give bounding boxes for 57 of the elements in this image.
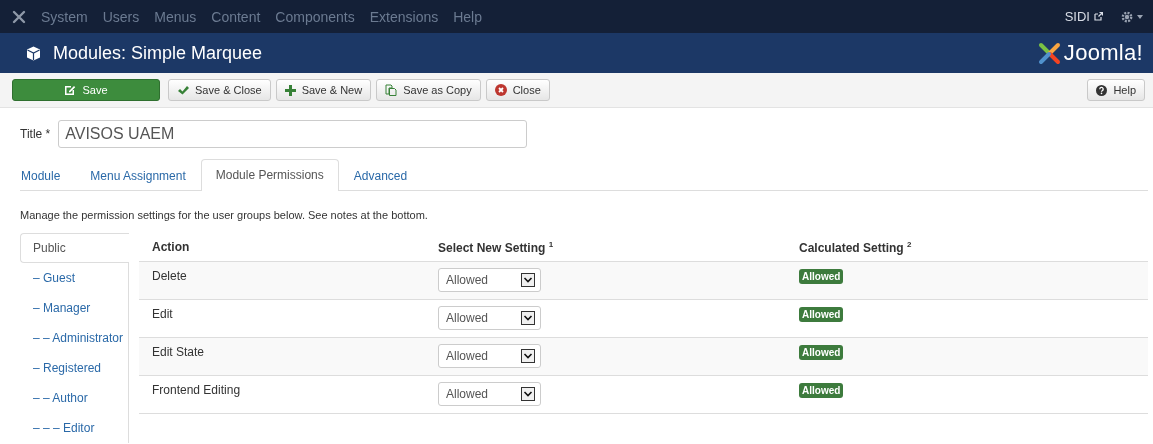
menu-item[interactable]: Content <box>211 8 261 25</box>
menu-item[interactable]: Users <box>102 8 140 25</box>
save-close-button[interactable]: Save & Close <box>168 79 271 101</box>
menu-item[interactable]: Help <box>453 8 482 25</box>
group-item[interactable]: – Guest <box>20 263 129 293</box>
action-cell: Edit State <box>139 337 425 376</box>
help-button[interactable]: Help <box>1087 79 1145 101</box>
title-field[interactable]: AVISOS UAEM <box>58 120 528 148</box>
tab[interactable]: Advanced <box>338 160 423 191</box>
settings-icon[interactable] <box>1121 10 1133 23</box>
copy-icon <box>385 84 398 96</box>
save-button[interactable]: Save <box>12 79 160 101</box>
menu-item[interactable]: Components <box>275 8 355 25</box>
tab[interactable]: Module <box>20 160 76 191</box>
group-item[interactable]: – – Author <box>20 383 129 413</box>
joomla-logo-icon[interactable] <box>12 9 26 24</box>
setting-dropdown[interactable]: Allowed <box>438 268 541 292</box>
group-item[interactable]: Public <box>20 233 129 263</box>
tab[interactable]: Menu Assignment <box>75 160 201 191</box>
status-badge: Allowed <box>799 383 844 398</box>
column-header: Action <box>139 233 425 262</box>
action-cell: Frontend Editing <box>139 375 425 414</box>
user-link[interactable]: SIDI <box>1064 9 1103 24</box>
edit-icon <box>64 84 77 96</box>
page-title: Modules: Simple Marquee <box>53 42 264 64</box>
status-badge: Allowed <box>799 307 844 322</box>
close-icon <box>494 84 507 96</box>
cube-icon <box>26 45 41 61</box>
external-link-icon <box>1094 12 1103 21</box>
status-badge: Allowed <box>799 269 844 284</box>
plus-icon <box>284 84 296 96</box>
check-icon <box>177 84 189 96</box>
save-copy-button[interactable]: Save as Copy <box>376 79 481 101</box>
status-badge: Allowed <box>799 345 844 360</box>
description-text: Manage the permission settings for the user groups below. See notes at the bottom. <box>20 209 429 221</box>
setting-dropdown[interactable]: Allowed <box>438 382 541 406</box>
title-label: Title * <box>20 127 51 141</box>
column-header: Select New Setting $^{1}$ <box>425 233 786 262</box>
close-button[interactable]: Close <box>485 79 550 101</box>
setting-dropdown[interactable]: Allowed <box>438 344 541 368</box>
menu-item[interactable]: Extensions <box>369 8 439 25</box>
caret-icon[interactable] <box>1137 14 1143 19</box>
menu-item[interactable]: Menus <box>154 8 197 25</box>
menu-item[interactable]: System <box>41 8 88 25</box>
column-header: Calculated Setting $^{2}$ <box>786 233 1148 262</box>
logo-text: Joomla! <box>1063 40 1143 66</box>
help-icon <box>1096 84 1108 96</box>
action-cell: Edit <box>139 299 425 338</box>
tab[interactable]: Module Permissions <box>200 159 339 191</box>
action-cell: Delete <box>139 261 425 300</box>
group-item[interactable]: – – – Editor <box>20 413 129 443</box>
group-item[interactable]: – – Administrator <box>20 323 129 353</box>
setting-dropdown[interactable]: Allowed <box>438 306 541 330</box>
joomla-logo-icon <box>1036 40 1062 66</box>
group-item[interactable]: – Registered <box>20 353 129 383</box>
save-new-button[interactable]: Save & New <box>275 79 372 101</box>
group-item[interactable]: – Manager <box>20 293 129 323</box>
